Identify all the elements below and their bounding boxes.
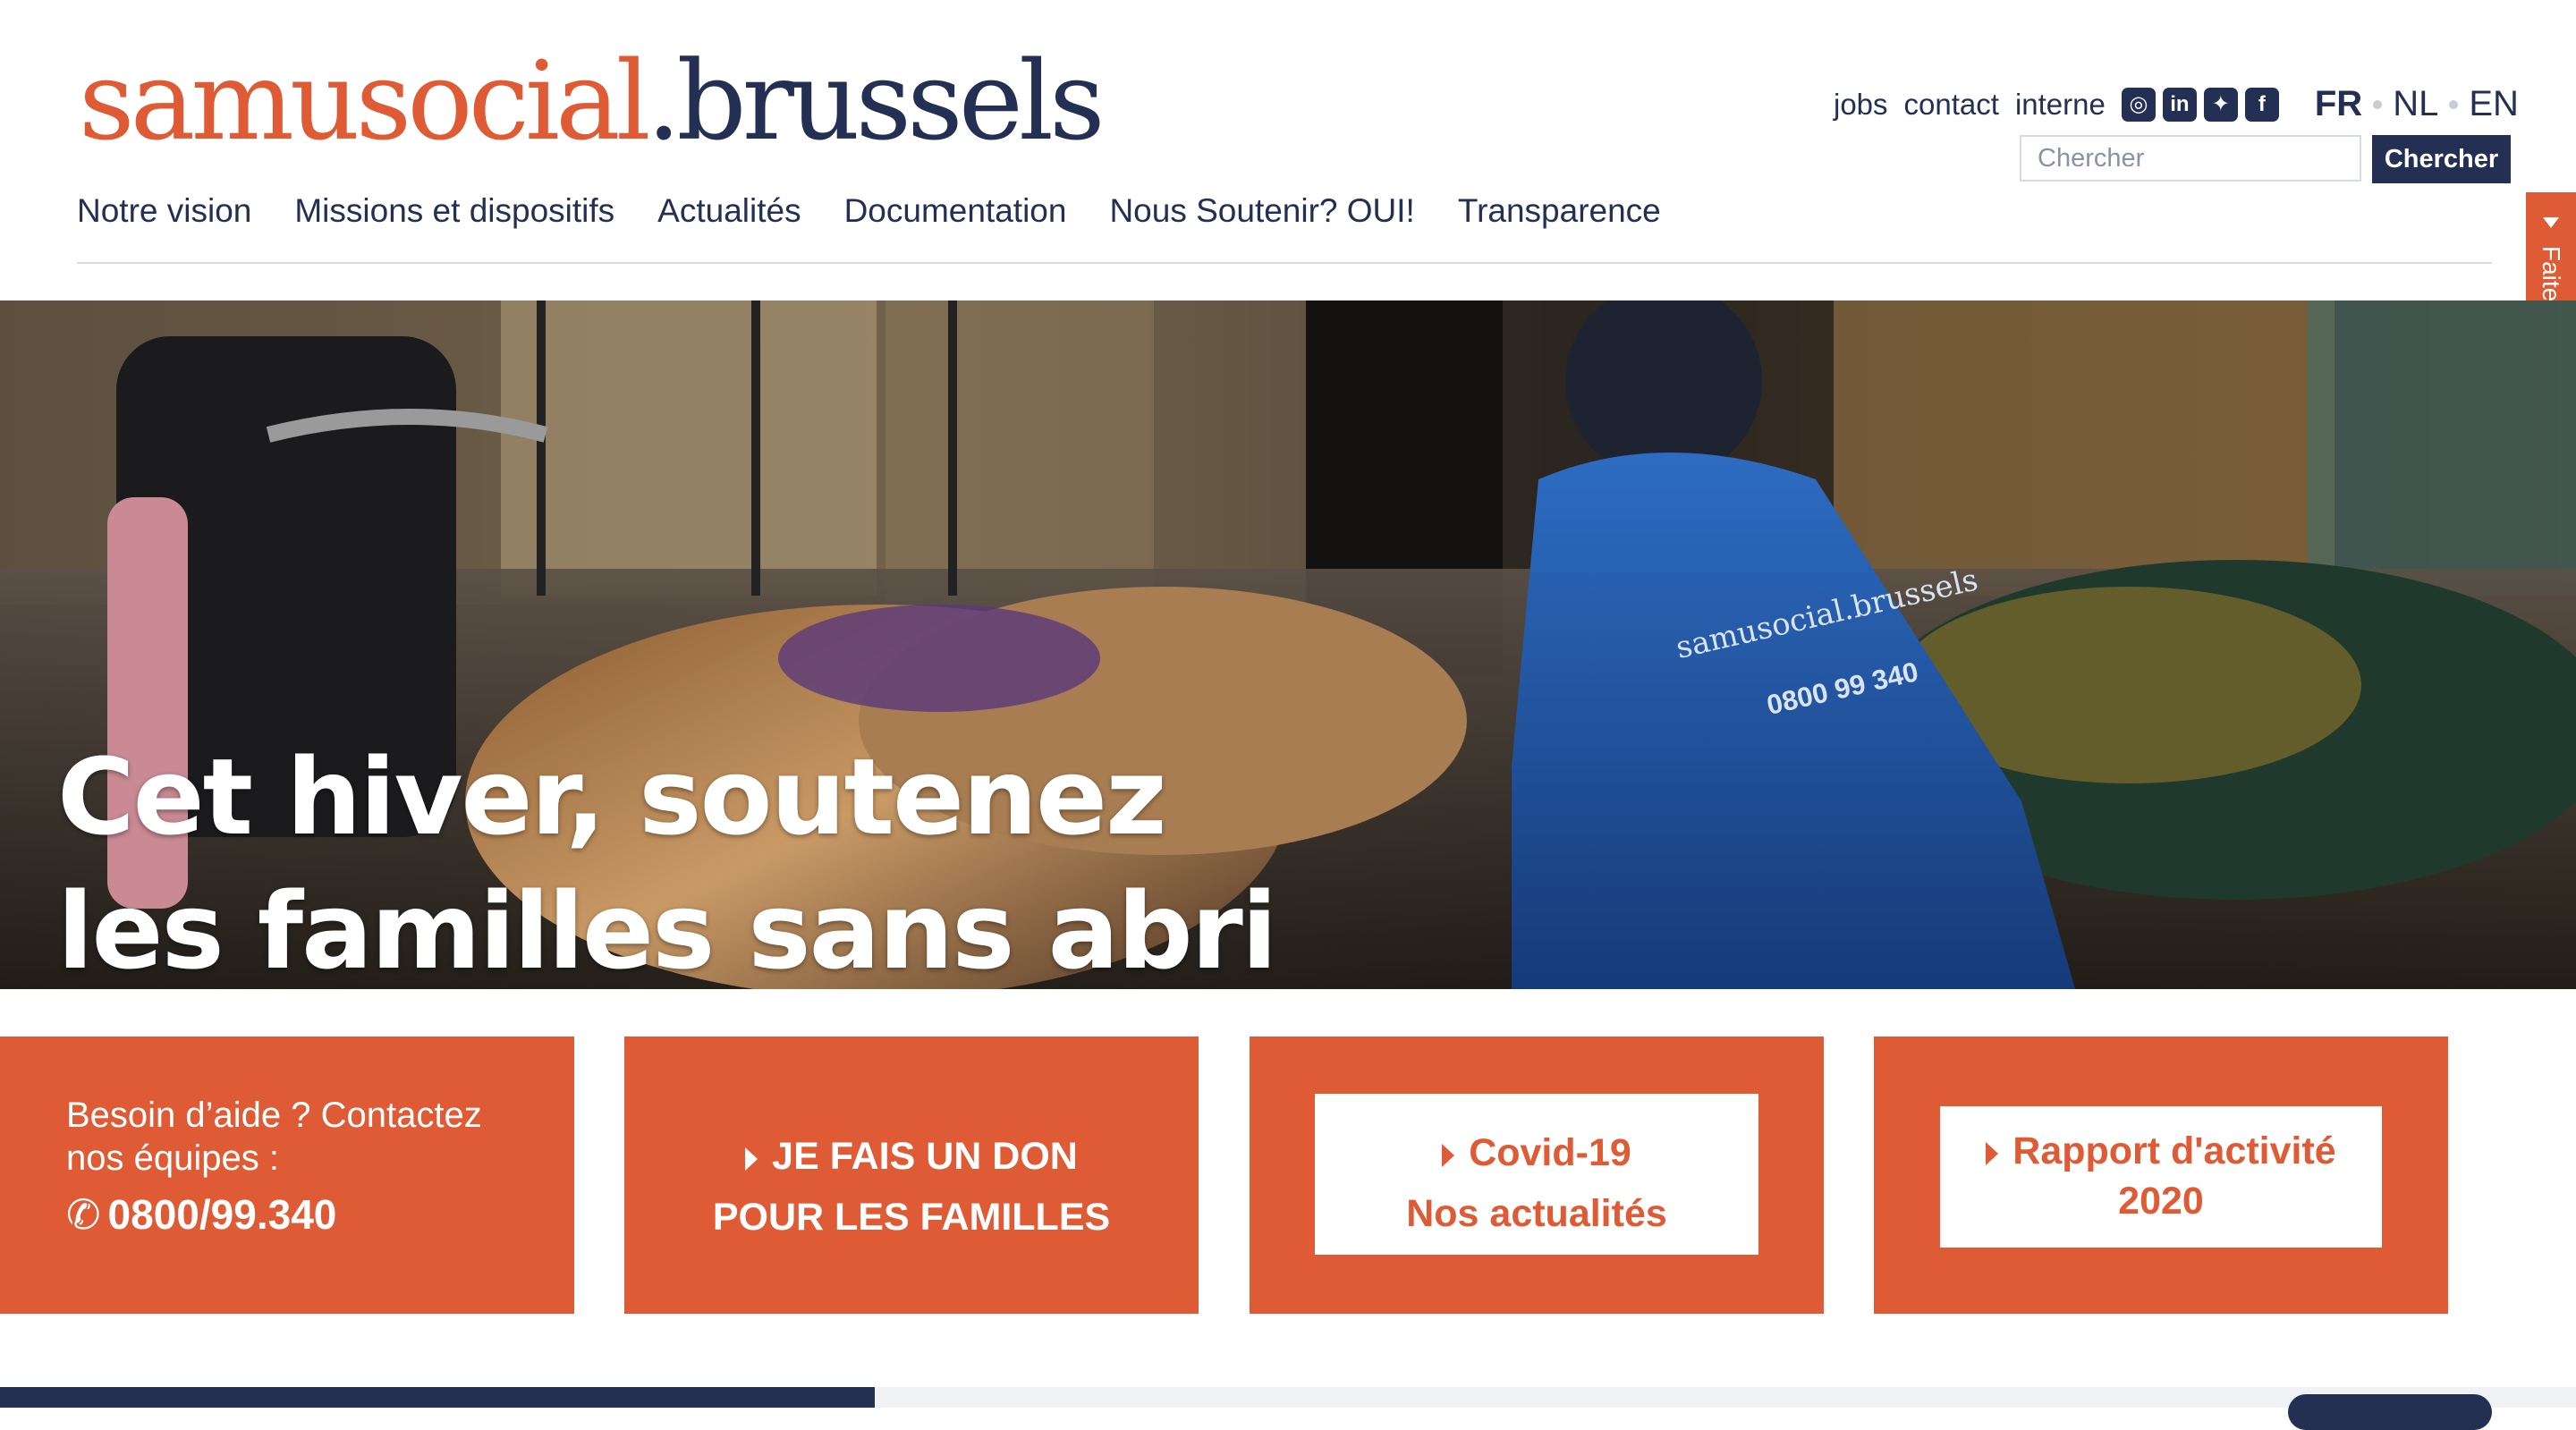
report-button-line2: 2020 xyxy=(2118,1180,2204,1223)
covid-news-button[interactable]: Covid-19 Nos actualités xyxy=(1315,1094,1758,1255)
hero-banner[interactable]: samusocial.brussels 0800 99 340 Cet hive… xyxy=(0,300,2576,989)
donate-card-text: JE FAIS UN DON POUR LES FAMILLES xyxy=(624,1126,1199,1248)
lang-separator xyxy=(2373,99,2383,109)
nav-nous-soutenir[interactable]: Nous Soutenir? OUI! xyxy=(1109,192,1414,230)
help-card: Besoin d’aide ? Contactez nos équipes : … xyxy=(0,1037,574,1314)
utility-nav: jobs contact interne ◎ in ✦ f FR NL EN xyxy=(1834,84,2519,124)
help-text: Besoin d’aide ? Contactez nos équipes : xyxy=(66,1094,482,1180)
hero-headline: Cet hiver, soutenez les familles sans ab… xyxy=(57,730,1277,989)
search-button[interactable]: Chercher xyxy=(2372,135,2511,183)
bottom-pill-button[interactable] xyxy=(2288,1394,2492,1430)
twitter-icon[interactable]: ✦ xyxy=(2203,87,2238,122)
main-nav: Notre vision Missions et dispositifs Act… xyxy=(77,192,1661,230)
contact-link[interactable]: contact xyxy=(1904,88,1999,122)
caret-right-icon xyxy=(1986,1141,1999,1165)
lang-nl[interactable]: NL xyxy=(2393,84,2438,124)
site-logo[interactable]: samusocial.brussels xyxy=(79,47,1106,156)
nav-actualites[interactable]: Actualités xyxy=(657,192,801,230)
lang-separator xyxy=(2449,99,2459,109)
nav-documentation[interactable]: Documentation xyxy=(844,192,1067,230)
activity-report-button[interactable]: Rapport d'activité 2020 xyxy=(1940,1106,2382,1248)
interne-link[interactable]: interne xyxy=(2015,88,2106,122)
instagram-icon[interactable]: ◎ xyxy=(2121,87,2156,122)
hero-headline-line2: les familles sans abri xyxy=(57,869,1277,989)
caret-down-icon xyxy=(2543,217,2559,228)
logo-brussels: .brussels xyxy=(646,38,1106,165)
report-card: Rapport d'activité 2020 xyxy=(1874,1037,2448,1314)
search-input[interactable] xyxy=(2020,135,2361,182)
caret-right-icon xyxy=(1442,1143,1455,1167)
covid-button-line2: Nos actualités xyxy=(1406,1192,1667,1235)
help-phone-link[interactable]: ✆ 0800/99.340 xyxy=(66,1190,336,1239)
facebook-icon[interactable]: f xyxy=(2244,87,2279,122)
help-text-line2: nos équipes : xyxy=(66,1138,279,1178)
language-switcher: FR NL EN xyxy=(2315,84,2519,124)
nav-transparence[interactable]: Transparence xyxy=(1458,192,1661,230)
social-links: ◎ in ✦ f xyxy=(2121,87,2279,122)
donate-card[interactable]: JE FAIS UN DON POUR LES FAMILLES xyxy=(624,1037,1199,1314)
bottom-section-left xyxy=(0,1387,875,1408)
phone-icon: ✆ xyxy=(66,1191,101,1238)
caret-right-icon xyxy=(745,1147,758,1171)
linkedin-icon[interactable]: in xyxy=(2162,87,2197,122)
report-button-line1: Rapport d'activité xyxy=(2012,1130,2336,1172)
lang-en[interactable]: EN xyxy=(2469,84,2519,124)
help-phone-number: 0800/99.340 xyxy=(107,1191,337,1238)
nav-divider xyxy=(77,262,2492,264)
nav-missions[interactable]: Missions et dispositifs xyxy=(294,192,614,230)
nav-notre-vision[interactable]: Notre vision xyxy=(77,192,251,230)
jobs-link[interactable]: jobs xyxy=(1834,88,1888,122)
logo-samusocial: samusocial xyxy=(79,38,651,165)
hero-headline-line1: Cet hiver, soutenez xyxy=(57,735,1167,859)
covid-button-line1: Covid-19 xyxy=(1469,1131,1631,1174)
donate-card-line2: POUR LES FAMILLES xyxy=(712,1196,1111,1239)
donate-card-line1: JE FAIS UN DON xyxy=(772,1135,1078,1178)
covid-card: Covid-19 Nos actualités xyxy=(1250,1037,1824,1314)
lang-fr[interactable]: FR xyxy=(2315,84,2362,124)
help-text-line1: Besoin d’aide ? Contactez xyxy=(66,1096,482,1135)
